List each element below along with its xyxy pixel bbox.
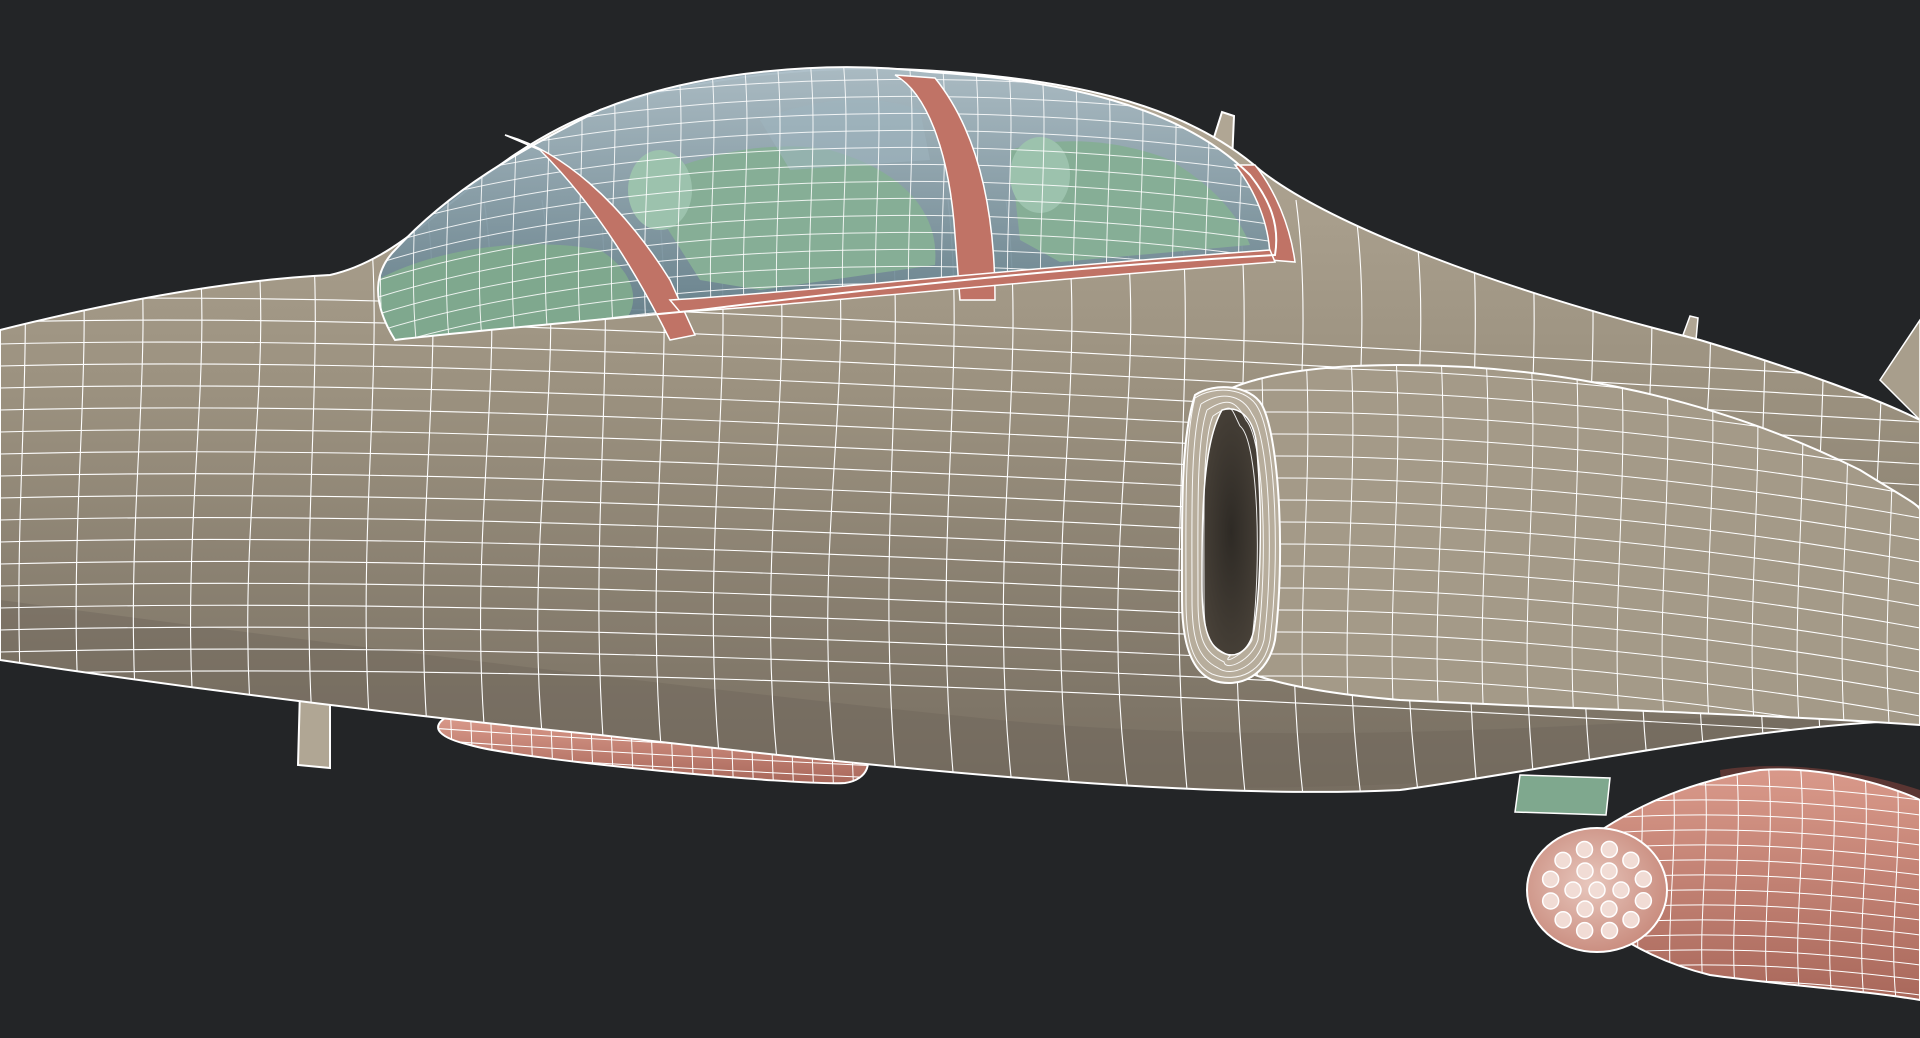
rocket-tube (1554, 851, 1572, 870)
rocket-tube (1576, 900, 1594, 918)
viewport[interactable] (0, 0, 1920, 1038)
rocket-tube (1634, 870, 1653, 888)
rocket-tube (1554, 911, 1572, 929)
rocket-tube (1600, 840, 1619, 859)
rocket-tube (1588, 881, 1606, 899)
ventral-green-panel (1514, 774, 1611, 816)
rocket-tube (1575, 921, 1594, 940)
rocket-tube (1575, 840, 1594, 859)
rocket-tube (1600, 921, 1619, 940)
air-intake (1180, 386, 1282, 685)
rocket-tube (1600, 900, 1618, 918)
rocket-tube (1564, 881, 1582, 899)
rocket-tube (1634, 892, 1653, 910)
rocket-tube (1541, 870, 1560, 888)
rocket-tube (1622, 910, 1640, 929)
wireframe-scene (0, 0, 1920, 1038)
rocket-tube (1622, 851, 1640, 869)
rocket-tube (1600, 862, 1618, 880)
rocket-tube (1576, 862, 1594, 880)
rocket-tube (1541, 892, 1560, 910)
rocket-tube (1612, 881, 1630, 899)
